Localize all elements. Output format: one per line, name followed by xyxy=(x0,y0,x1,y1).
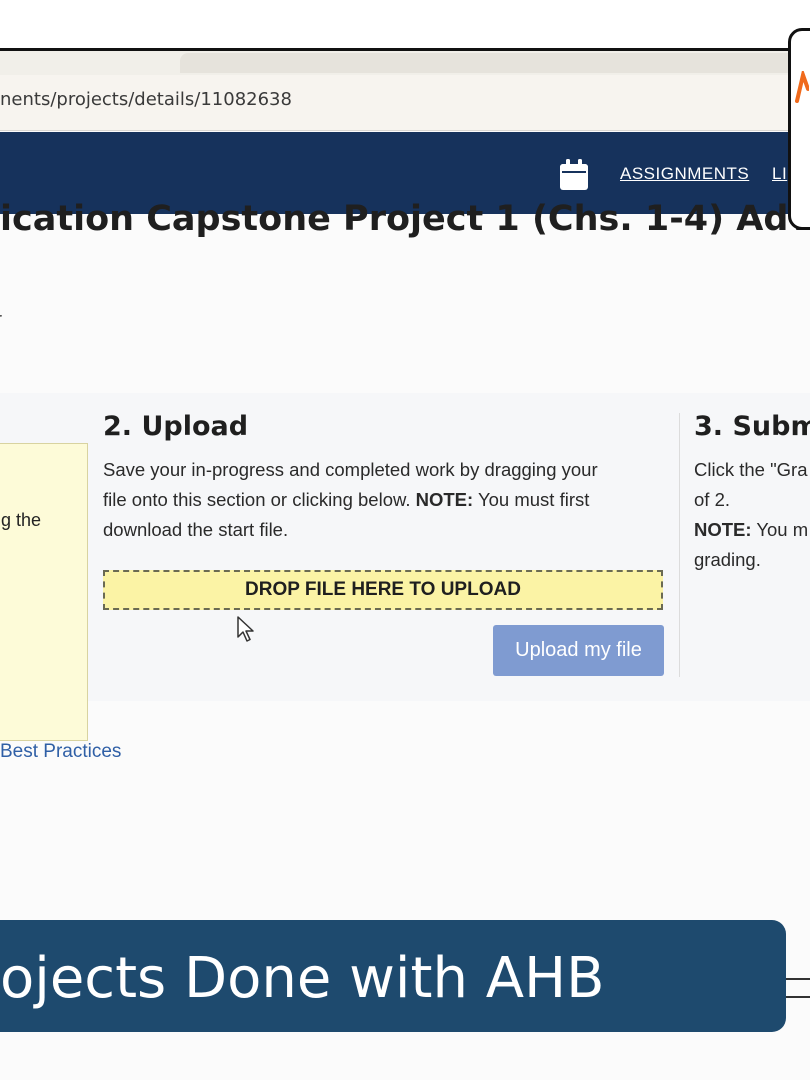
step2-description: Save your in-progress and completed work… xyxy=(103,455,671,545)
address-bar[interactable]: nents/projects/details/11082638 xyxy=(0,75,810,131)
nav-next-link[interactable]: LI xyxy=(772,164,787,184)
banner-edge-line xyxy=(786,978,810,998)
upload-my-file-button[interactable]: Upload my file xyxy=(493,625,664,676)
page-title-container: ication Capstone Project 1 (Chs. 1-4) Ad… xyxy=(0,199,810,249)
calendar-icon[interactable] xyxy=(559,159,589,191)
step3-desc-line3b: You m xyxy=(751,519,809,540)
url-text[interactable]: nents/projects/details/11082638 xyxy=(0,89,292,110)
step-divider xyxy=(679,413,680,677)
step1-download-panel: ng the xyxy=(0,443,88,741)
step2-desc-line1: Save your in-progress and completed work… xyxy=(103,459,598,480)
nav-assignments-link[interactable]: ASSIGNMENTS xyxy=(620,164,749,184)
page-title: ication Capstone Project 1 (Chs. 1-4) Ad… xyxy=(0,199,810,239)
partial-text: r xyxy=(0,309,2,330)
step2-desc-line2a: file onto this section or clicking below… xyxy=(103,489,416,510)
step3-description: Click the "Gra of 2. NOTE: You m grading… xyxy=(694,455,810,575)
step2-desc-line2b: You must first xyxy=(473,489,590,510)
step1-partial-text: ng the xyxy=(0,510,42,530)
step3-desc-line2: of 2. xyxy=(694,489,730,510)
caption-text: ojects Done with AHB xyxy=(0,946,605,1011)
file-drop-zone[interactable]: DROP FILE HERE TO UPLOAD xyxy=(103,570,663,610)
drop-zone-label: DROP FILE HERE TO UPLOAD xyxy=(245,579,521,600)
overlay-card xyxy=(788,28,810,230)
step3-desc-line4: grading. xyxy=(694,549,761,570)
step3-note-label: NOTE: xyxy=(694,519,752,540)
step2-note-label: NOTE: xyxy=(415,489,474,510)
step3-desc-line1: Click the "Gra xyxy=(694,459,808,480)
step2-desc-line3: download the start file. xyxy=(103,519,289,540)
tab-strip xyxy=(0,51,810,75)
logo-mark-icon xyxy=(795,71,809,103)
step2-title: 2. Upload xyxy=(103,411,249,442)
best-practices-link[interactable]: Best Practices xyxy=(0,741,121,763)
step3-title: 3. Submit xyxy=(694,411,810,442)
mouse-pointer-icon xyxy=(237,616,254,642)
browser-tab[interactable] xyxy=(180,53,800,73)
